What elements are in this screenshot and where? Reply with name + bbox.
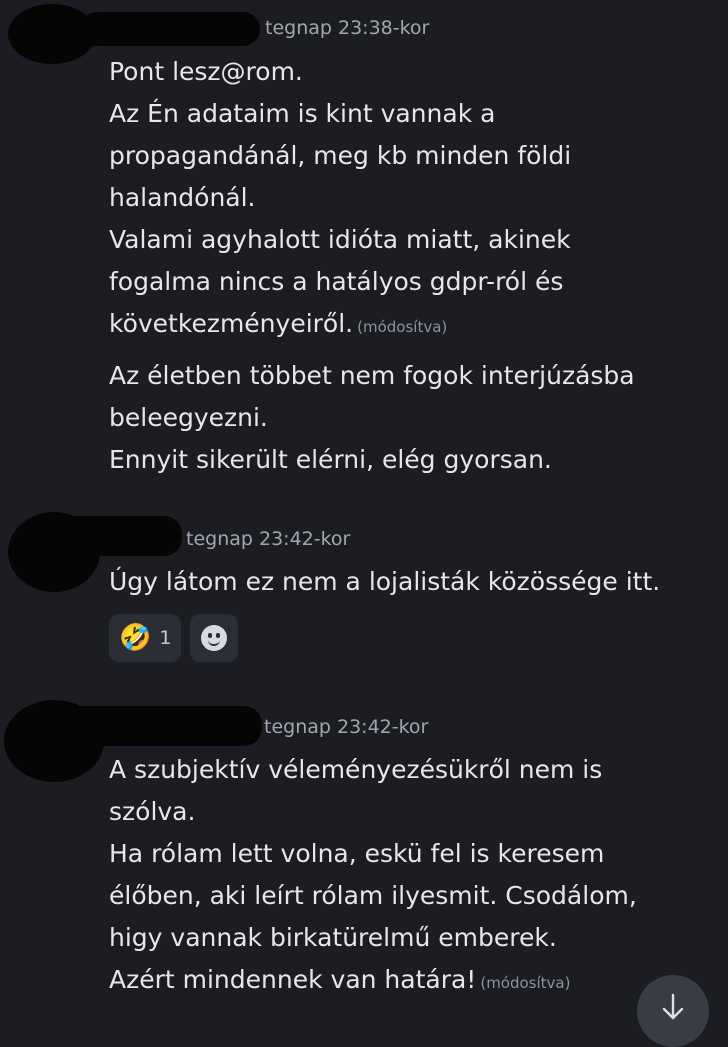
message-timestamp: tegnap 23:38-kor: [265, 17, 430, 39]
message-line: Úgy látom ez nem a lojalisták közössége …: [109, 567, 661, 596]
message-line: Az életben többet nem fogok interjúzásba: [109, 361, 635, 390]
message-line: beleegyezni.: [109, 403, 268, 432]
add-reaction-button[interactable]: [190, 614, 239, 662]
username-redacted: [40, 516, 182, 556]
message-line: Valami agyhalott idióta miatt, akinek: [109, 225, 571, 254]
username-redacted: [80, 12, 260, 46]
message-followup: Az életben többet nem fogok interjúzásba…: [109, 355, 714, 481]
message-line: Ha rólam lett volna, eskü fel is keresem: [109, 839, 605, 868]
smiley-icon: [201, 625, 228, 651]
rofl-emoji-icon: 🤣: [119, 623, 152, 653]
message-line: higy vannak birkatürelmű emberek.: [109, 923, 557, 952]
message-line: élőben, aki leírt rólam ilyesmit. Csodál…: [109, 881, 637, 910]
message-body: Úgy látom ez nem a lojalisták közössége …: [109, 561, 714, 603]
reactions-bar: 🤣 1: [109, 614, 239, 662]
edited-label: (módosítva): [480, 974, 571, 992]
scroll-to-bottom-button[interactable]: [637, 975, 709, 1047]
message-line: Pont lesz@rom.: [109, 57, 303, 86]
reaction-count: 1: [159, 627, 172, 649]
message-line: A szubjektív véleményezésükről nem is: [109, 755, 603, 784]
message-line-text: Azért mindennek van határa!: [109, 965, 477, 994]
message-line: Ennyit sikerült elérni, elég gyorsan.: [109, 445, 552, 474]
message-timestamp: tegnap 23:42-kor: [186, 528, 351, 550]
username-redacted: [40, 706, 262, 746]
message-line: propagandánál, meg kb minden földi: [109, 141, 572, 170]
arrow-down-icon: [662, 993, 684, 1020]
reaction-rofl[interactable]: 🤣 1: [109, 614, 182, 662]
message-line-text: következményeiről.: [109, 309, 354, 338]
message-line: Azért mindennek van határa! (módosítva): [109, 959, 714, 1004]
message-line: fogalma nincs a hatályos gdpr-ról és: [109, 267, 564, 296]
message-line: következményeiről. (módosítva): [109, 303, 714, 348]
message-line: halandónál.: [109, 183, 256, 212]
message-line: szólva.: [109, 797, 196, 826]
message-body: A szubjektív véleményezésükről nem is sz…: [109, 749, 714, 1004]
message-body: Pont lesz@rom. Az Én adataim is kint van…: [109, 51, 714, 348]
message-line: Az Én adataim is kint vannak a: [109, 99, 496, 128]
message-timestamp: tegnap 23:42-kor: [264, 716, 429, 738]
edited-label: (módosítva): [357, 318, 448, 336]
